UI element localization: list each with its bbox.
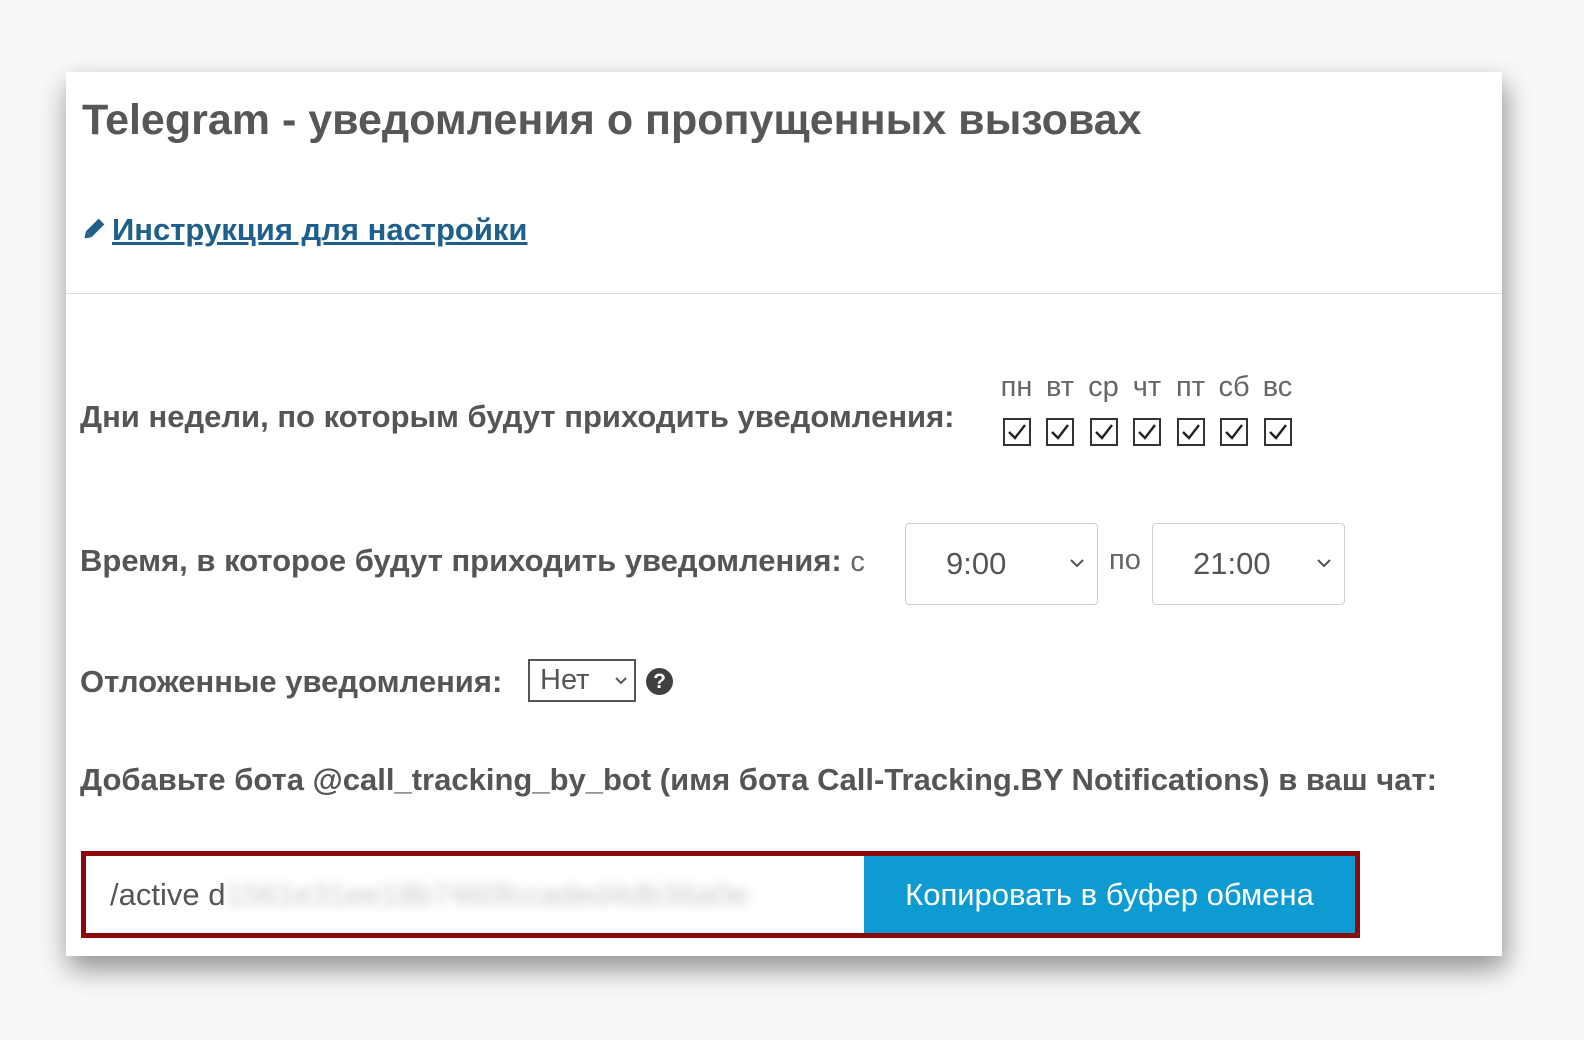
weekday-label: сб <box>1218 371 1250 403</box>
weekday-label: ср <box>1088 371 1119 403</box>
telegram-settings-card: Telegram - уведомления о пропущенных выз… <box>66 72 1502 956</box>
time-to-label: по <box>1109 544 1141 576</box>
checkmark-icon <box>1138 424 1156 440</box>
time-from-select[interactable]: 9:00 <box>905 523 1098 605</box>
weekday-checkbox[interactable] <box>1176 418 1205 446</box>
checkmark-icon <box>1225 424 1243 440</box>
weekdays-label: Дни недели, по которым будут приходить у… <box>80 399 955 434</box>
command-text: /active d <box>110 876 226 912</box>
weekday-checkbox[interactable] <box>1133 418 1161 446</box>
page-title: Telegram - уведомления о пропущенных выз… <box>82 96 1142 144</box>
question-circle-icon[interactable]: ? <box>646 668 673 695</box>
weekday-checkbox[interactable] <box>1263 418 1292 446</box>
command-copy-box: /active d 1561e31ee18b7460fccaded4db36a0… <box>81 851 1360 938</box>
time-label-text: Время, в которое будут приходить уведомл… <box>80 543 842 578</box>
weekday-checkbox[interactable] <box>1220 418 1248 446</box>
time-to-select[interactable]: 21:00 <box>1152 523 1345 605</box>
divider <box>66 293 1502 294</box>
weekday-label: вт <box>1045 371 1075 403</box>
bot-instruction: Добавьте бота @call_tracking_by_bot (имя… <box>80 762 1437 797</box>
delayed-select[interactable]: Нет <box>528 659 636 702</box>
weekday-tue: вт <box>1039 368 1082 446</box>
time-from-label: с <box>850 546 865 578</box>
weekday-label: чт <box>1132 371 1162 403</box>
command-token-blurred: 1561e31ee18b7460fccaded4db36a0e <box>225 876 748 912</box>
time-from-value: 9:00 <box>946 546 1007 581</box>
checkmark-icon <box>1051 424 1069 440</box>
weekday-checkbox[interactable] <box>1002 418 1031 446</box>
chevron-down-icon <box>614 672 628 690</box>
pencil-icon <box>80 217 106 243</box>
command-field[interactable]: /active d 1561e31ee18b7460fccaded4db36a0… <box>86 856 864 933</box>
instruction-link-label: Инструкция для настройки <box>112 212 528 247</box>
weekday-thu: чт <box>1126 368 1169 446</box>
checkmark-icon <box>1181 424 1200 440</box>
weekday-wed: ср <box>1082 368 1125 446</box>
weekday-checkboxes: пн вт ср чт пт сб вс <box>995 368 1300 446</box>
weekday-label: вс <box>1262 371 1293 403</box>
weekday-mon: пн <box>995 368 1038 446</box>
weekday-sat: сб <box>1213 368 1256 446</box>
delayed-label: Отложенные уведомления: <box>80 664 503 699</box>
delayed-value: Нет <box>540 664 590 696</box>
chevron-down-icon <box>1069 555 1085 573</box>
copy-to-clipboard-button[interactable]: Копировать в буфер обмена <box>864 856 1355 933</box>
weekday-checkbox[interactable] <box>1089 418 1118 446</box>
chevron-down-icon <box>1316 555 1332 573</box>
checkmark-icon <box>1268 424 1287 440</box>
weekday-checkbox[interactable] <box>1046 418 1074 446</box>
weekday-label: пт <box>1176 371 1205 403</box>
instruction-link[interactable]: Инструкция для настройки <box>80 212 528 248</box>
time-to-value: 21:00 <box>1193 546 1271 581</box>
weekday-sun: вс <box>1256 368 1299 446</box>
checkmark-icon <box>1094 424 1113 440</box>
time-label: Время, в которое будут приходить уведомл… <box>80 543 865 579</box>
weekday-label: пн <box>1000 371 1033 403</box>
checkmark-icon <box>1007 424 1026 440</box>
weekday-fri: пт <box>1169 368 1212 446</box>
